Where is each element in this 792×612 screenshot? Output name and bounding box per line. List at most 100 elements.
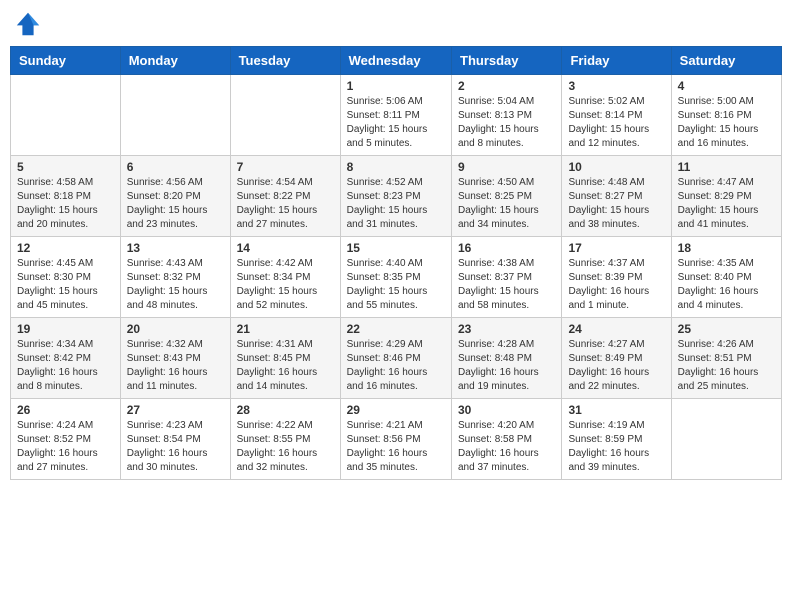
day-number: 13 — [127, 241, 224, 255]
calendar-cell: 5 Sunrise: 4:58 AMSunset: 8:18 PMDayligh… — [11, 156, 121, 237]
logo-icon — [14, 10, 42, 38]
day-number: 19 — [17, 322, 114, 336]
calendar-week-row: 5 Sunrise: 4:58 AMSunset: 8:18 PMDayligh… — [11, 156, 782, 237]
calendar-week-row: 1 Sunrise: 5:06 AMSunset: 8:11 PMDayligh… — [11, 75, 782, 156]
calendar-cell: 25 Sunrise: 4:26 AMSunset: 8:51 PMDaylig… — [671, 318, 781, 399]
calendar-cell: 31 Sunrise: 4:19 AMSunset: 8:59 PMDaylig… — [562, 399, 671, 480]
day-number: 3 — [568, 79, 664, 93]
day-info: Sunrise: 4:23 AMSunset: 8:54 PMDaylight:… — [127, 419, 224, 475]
day-number: 31 — [568, 403, 664, 417]
day-info: Sunrise: 4:43 AMSunset: 8:32 PMDaylight:… — [127, 257, 224, 313]
day-number: 22 — [347, 322, 445, 336]
day-info: Sunrise: 4:20 AMSunset: 8:58 PMDaylight:… — [458, 419, 555, 475]
calendar-cell: 29 Sunrise: 4:21 AMSunset: 8:56 PMDaylig… — [340, 399, 451, 480]
day-number: 30 — [458, 403, 555, 417]
day-info: Sunrise: 4:28 AMSunset: 8:48 PMDaylight:… — [458, 338, 555, 394]
calendar-week-row: 19 Sunrise: 4:34 AMSunset: 8:42 PMDaylig… — [11, 318, 782, 399]
day-number: 12 — [17, 241, 114, 255]
day-info: Sunrise: 4:21 AMSunset: 8:56 PMDaylight:… — [347, 419, 445, 475]
day-header-wednesday: Wednesday — [340, 47, 451, 75]
day-info: Sunrise: 5:02 AMSunset: 8:14 PMDaylight:… — [568, 95, 664, 151]
calendar-cell — [230, 75, 340, 156]
calendar-week-row: 12 Sunrise: 4:45 AMSunset: 8:30 PMDaylig… — [11, 237, 782, 318]
day-number: 16 — [458, 241, 555, 255]
day-number: 27 — [127, 403, 224, 417]
calendar-week-row: 26 Sunrise: 4:24 AMSunset: 8:52 PMDaylig… — [11, 399, 782, 480]
day-number: 5 — [17, 160, 114, 174]
day-number: 9 — [458, 160, 555, 174]
calendar-cell: 13 Sunrise: 4:43 AMSunset: 8:32 PMDaylig… — [120, 237, 230, 318]
day-info: Sunrise: 4:56 AMSunset: 8:20 PMDaylight:… — [127, 176, 224, 232]
day-header-tuesday: Tuesday — [230, 47, 340, 75]
day-info: Sunrise: 5:00 AMSunset: 8:16 PMDaylight:… — [678, 95, 775, 151]
day-info: Sunrise: 4:31 AMSunset: 8:45 PMDaylight:… — [237, 338, 334, 394]
calendar-cell: 1 Sunrise: 5:06 AMSunset: 8:11 PMDayligh… — [340, 75, 451, 156]
day-number: 8 — [347, 160, 445, 174]
calendar-cell: 18 Sunrise: 4:35 AMSunset: 8:40 PMDaylig… — [671, 237, 781, 318]
day-number: 21 — [237, 322, 334, 336]
calendar-cell: 20 Sunrise: 4:32 AMSunset: 8:43 PMDaylig… — [120, 318, 230, 399]
calendar-cell: 8 Sunrise: 4:52 AMSunset: 8:23 PMDayligh… — [340, 156, 451, 237]
day-info: Sunrise: 4:42 AMSunset: 8:34 PMDaylight:… — [237, 257, 334, 313]
day-info: Sunrise: 4:24 AMSunset: 8:52 PMDaylight:… — [17, 419, 114, 475]
day-header-thursday: Thursday — [452, 47, 562, 75]
day-number: 29 — [347, 403, 445, 417]
calendar-cell: 21 Sunrise: 4:31 AMSunset: 8:45 PMDaylig… — [230, 318, 340, 399]
calendar-cell: 6 Sunrise: 4:56 AMSunset: 8:20 PMDayligh… — [120, 156, 230, 237]
calendar-cell: 16 Sunrise: 4:38 AMSunset: 8:37 PMDaylig… — [452, 237, 562, 318]
calendar-cell: 19 Sunrise: 4:34 AMSunset: 8:42 PMDaylig… — [11, 318, 121, 399]
day-header-sunday: Sunday — [11, 47, 121, 75]
day-info: Sunrise: 4:50 AMSunset: 8:25 PMDaylight:… — [458, 176, 555, 232]
calendar-cell: 9 Sunrise: 4:50 AMSunset: 8:25 PMDayligh… — [452, 156, 562, 237]
calendar-cell: 11 Sunrise: 4:47 AMSunset: 8:29 PMDaylig… — [671, 156, 781, 237]
day-number: 25 — [678, 322, 775, 336]
day-info: Sunrise: 4:27 AMSunset: 8:49 PMDaylight:… — [568, 338, 664, 394]
calendar-cell: 10 Sunrise: 4:48 AMSunset: 8:27 PMDaylig… — [562, 156, 671, 237]
day-info: Sunrise: 4:19 AMSunset: 8:59 PMDaylight:… — [568, 419, 664, 475]
calendar-cell: 22 Sunrise: 4:29 AMSunset: 8:46 PMDaylig… — [340, 318, 451, 399]
day-info: Sunrise: 4:45 AMSunset: 8:30 PMDaylight:… — [17, 257, 114, 313]
day-info: Sunrise: 4:35 AMSunset: 8:40 PMDaylight:… — [678, 257, 775, 313]
calendar-table: SundayMondayTuesdayWednesdayThursdayFrid… — [10, 46, 782, 480]
day-info: Sunrise: 4:58 AMSunset: 8:18 PMDaylight:… — [17, 176, 114, 232]
day-number: 15 — [347, 241, 445, 255]
day-info: Sunrise: 5:04 AMSunset: 8:13 PMDaylight:… — [458, 95, 555, 151]
calendar-cell — [120, 75, 230, 156]
day-info: Sunrise: 4:52 AMSunset: 8:23 PMDaylight:… — [347, 176, 445, 232]
calendar-cell: 23 Sunrise: 4:28 AMSunset: 8:48 PMDaylig… — [452, 318, 562, 399]
day-number: 4 — [678, 79, 775, 93]
day-number: 20 — [127, 322, 224, 336]
page-header — [10, 10, 782, 38]
day-number: 24 — [568, 322, 664, 336]
calendar-cell — [671, 399, 781, 480]
day-number: 6 — [127, 160, 224, 174]
calendar-cell: 15 Sunrise: 4:40 AMSunset: 8:35 PMDaylig… — [340, 237, 451, 318]
calendar-cell — [11, 75, 121, 156]
day-number: 11 — [678, 160, 775, 174]
day-info: Sunrise: 4:47 AMSunset: 8:29 PMDaylight:… — [678, 176, 775, 232]
day-info: Sunrise: 4:26 AMSunset: 8:51 PMDaylight:… — [678, 338, 775, 394]
day-info: Sunrise: 4:48 AMSunset: 8:27 PMDaylight:… — [568, 176, 664, 232]
day-number: 18 — [678, 241, 775, 255]
calendar-cell: 30 Sunrise: 4:20 AMSunset: 8:58 PMDaylig… — [452, 399, 562, 480]
day-info: Sunrise: 4:32 AMSunset: 8:43 PMDaylight:… — [127, 338, 224, 394]
day-number: 17 — [568, 241, 664, 255]
calendar-cell: 24 Sunrise: 4:27 AMSunset: 8:49 PMDaylig… — [562, 318, 671, 399]
day-info: Sunrise: 4:54 AMSunset: 8:22 PMDaylight:… — [237, 176, 334, 232]
day-info: Sunrise: 4:22 AMSunset: 8:55 PMDaylight:… — [237, 419, 334, 475]
calendar-cell: 4 Sunrise: 5:00 AMSunset: 8:16 PMDayligh… — [671, 75, 781, 156]
calendar-cell: 2 Sunrise: 5:04 AMSunset: 8:13 PMDayligh… — [452, 75, 562, 156]
day-info: Sunrise: 5:06 AMSunset: 8:11 PMDaylight:… — [347, 95, 445, 151]
calendar-cell: 14 Sunrise: 4:42 AMSunset: 8:34 PMDaylig… — [230, 237, 340, 318]
day-info: Sunrise: 4:29 AMSunset: 8:46 PMDaylight:… — [347, 338, 445, 394]
calendar-cell: 27 Sunrise: 4:23 AMSunset: 8:54 PMDaylig… — [120, 399, 230, 480]
day-info: Sunrise: 4:37 AMSunset: 8:39 PMDaylight:… — [568, 257, 664, 313]
day-info: Sunrise: 4:40 AMSunset: 8:35 PMDaylight:… — [347, 257, 445, 313]
day-header-monday: Monday — [120, 47, 230, 75]
calendar-cell: 12 Sunrise: 4:45 AMSunset: 8:30 PMDaylig… — [11, 237, 121, 318]
day-info: Sunrise: 4:38 AMSunset: 8:37 PMDaylight:… — [458, 257, 555, 313]
day-number: 26 — [17, 403, 114, 417]
logo — [14, 10, 46, 38]
calendar-cell: 28 Sunrise: 4:22 AMSunset: 8:55 PMDaylig… — [230, 399, 340, 480]
day-number: 2 — [458, 79, 555, 93]
